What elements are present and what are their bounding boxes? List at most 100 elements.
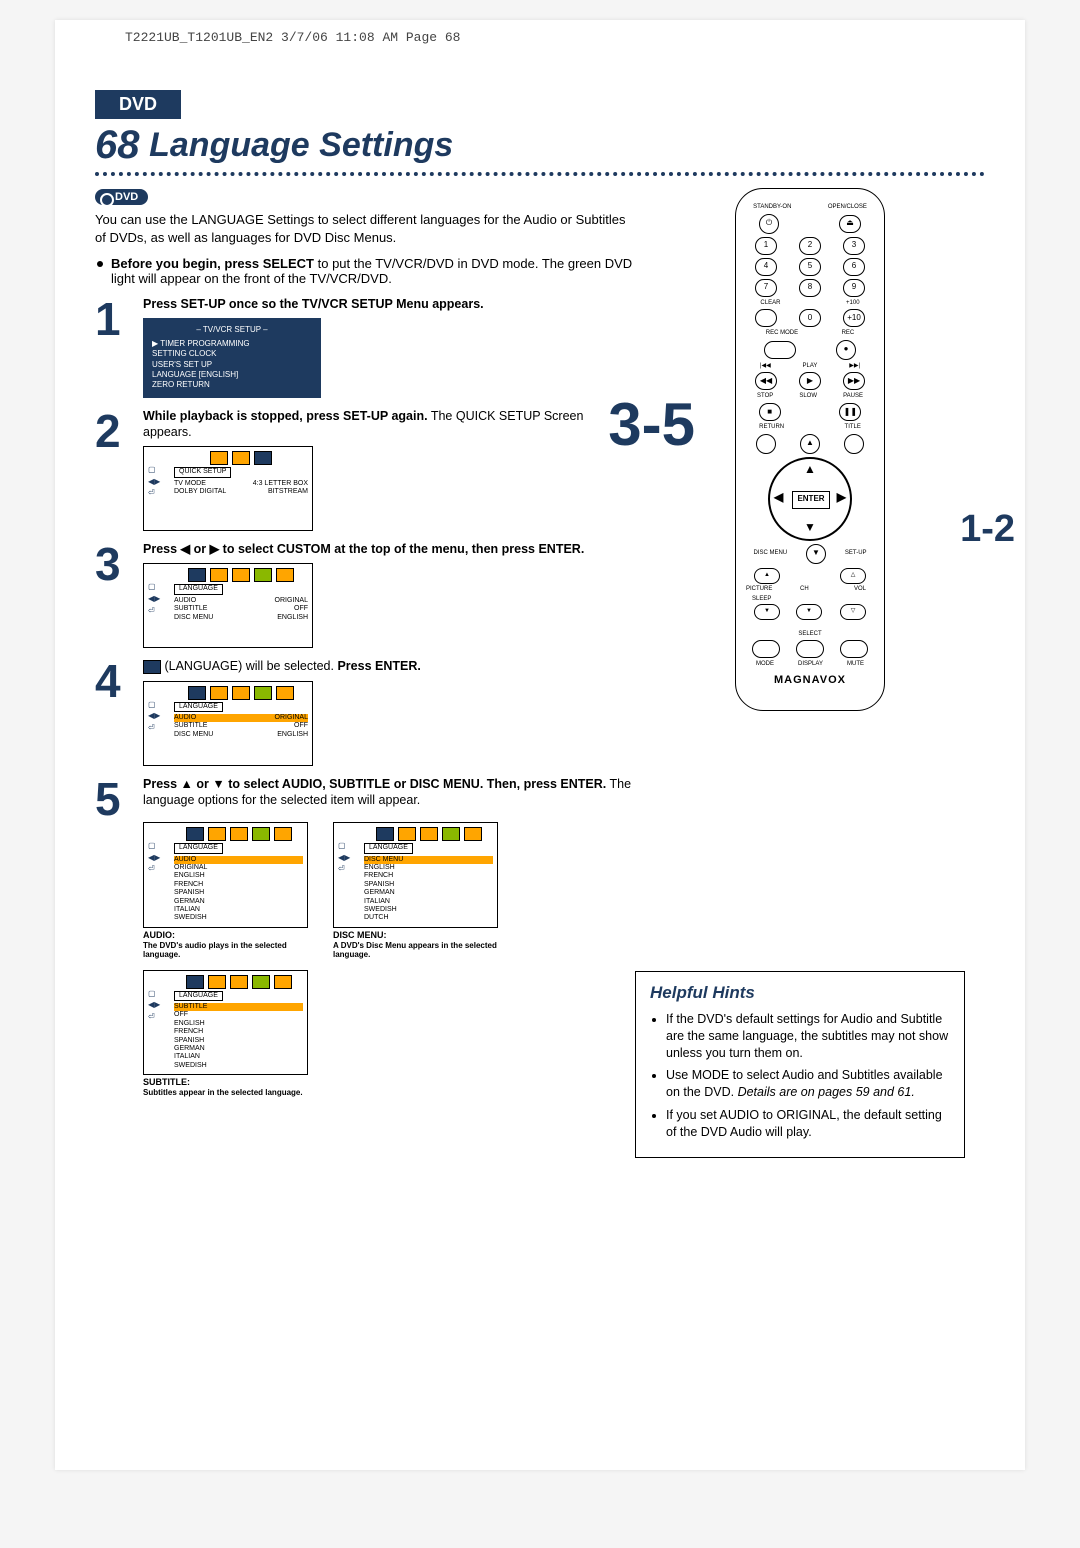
osd-item: ITALIAN [364, 898, 493, 906]
tv-item-zero: ZERO RETURN [152, 380, 312, 390]
nav-pad: ▲ ▼ ◀ ▶ ENTER [768, 457, 852, 541]
before-begin-text: Before you begin, press SELECT to put th… [111, 256, 635, 286]
page-title-row: 68 Language Settings [95, 123, 985, 168]
osd-tab-label: LANGUAGE [174, 702, 223, 712]
step-2-body: While playback is stopped, press SET-UP … [143, 408, 635, 532]
subtitle-caption: SUBTITLE: Subtitles appear in the select… [143, 1077, 313, 1097]
prev-button: ◀◀ [755, 372, 777, 390]
osd-tab-label: LANGUAGE [174, 584, 223, 594]
step-1-text: Press SET-UP once so the TV/VCR SETUP Me… [143, 297, 484, 311]
step-1-body: Press SET-UP once so the TV/VCR SETUP Me… [143, 296, 635, 398]
audio-caption: AUDIO: The DVD's audio plays in the sele… [143, 930, 313, 960]
osd-tab-label: LANGUAGE [364, 843, 413, 853]
select-button [752, 640, 780, 658]
hint-item: Use MODE to select Audio and Subtitles a… [666, 1067, 950, 1101]
osd-item: ENGLISH [174, 1020, 303, 1028]
osd-tab-icon-sel [376, 827, 394, 841]
osd-tab-icon [230, 975, 248, 989]
osd-tab-icon [232, 451, 250, 465]
num-button: 8 [799, 279, 821, 297]
osd-item: SPANISH [174, 889, 303, 897]
osd-item: ENGLISH [364, 864, 493, 872]
section-tag-dvd: DVD [95, 90, 181, 119]
disc-menu-label: DISC MENU [753, 550, 787, 557]
osd-arrow-icon: ◀▶ [148, 853, 160, 863]
osd-row-value: OFF [294, 605, 308, 613]
recmode-label: REC MODE [766, 330, 798, 337]
caption-title: SUBTITLE: [143, 1077, 190, 1087]
display-button [796, 640, 824, 658]
osd-arrow-icon: ◀▶ [148, 1000, 160, 1010]
stop-button: ■ [759, 403, 781, 421]
osd-enter-icon: ⏎ [148, 864, 160, 874]
before-begin-bullet: Before you begin, press SELECT to put th… [95, 256, 635, 286]
osd-tab-icon [254, 686, 272, 700]
osd-tab-icon [210, 686, 228, 700]
return-label: RETURN [759, 424, 784, 431]
osd-item: SWEDISH [174, 914, 303, 922]
down-post-button: ▼ [806, 544, 826, 564]
eject-icon: ⏏ [839, 215, 861, 233]
openclose-label: OPEN/CLOSE [828, 204, 867, 211]
power-icon: ⏻ [759, 214, 779, 234]
osd-enter-icon: ⏎ [148, 606, 160, 616]
return-button [756, 434, 776, 454]
picture-label: PICTURE [746, 586, 772, 593]
sleep-label: SLEEP [752, 596, 771, 603]
hint-item: If you set AUDIO to ORIGINAL, the defaul… [666, 1107, 950, 1141]
mute-button [840, 640, 868, 658]
disc-menu-osd: ▢◀▶⏎ LANGUAGE DISC MENU ENGLISH FRENCH S… [333, 822, 498, 928]
right-column: STANDBY-ONOPEN/CLOSE ⏻⏏ 123 456 789 CLEA… [635, 188, 985, 1158]
osd-row-label: AUDIO [174, 597, 196, 605]
num-button: 2 [799, 237, 821, 255]
document-page: T2221UB_T1201UB_EN2 3/7/06 11:08 AM Page… [55, 20, 1025, 1470]
step-4-text-b: Press ENTER. [337, 659, 420, 673]
step-4-text-a: (LANGUAGE) will be selected. [164, 659, 337, 673]
num-button: 0 [799, 309, 821, 327]
up-pre-button: ▲ [800, 434, 820, 454]
osd-arrow-icon: ◀▶ [148, 477, 160, 487]
osd-tab-icon [252, 975, 270, 989]
vol-label: VOL [854, 586, 866, 593]
osd-nav-icon: ▢ [148, 700, 160, 710]
pause-label: PAUSE [843, 393, 863, 400]
osd-item: ENGLISH [174, 872, 303, 880]
osd-item: GERMAN [364, 889, 493, 897]
osd-nav-icon: ▢ [148, 582, 160, 592]
osd-row-label: AUDIO [174, 714, 196, 722]
osd-enter-icon: ⏎ [148, 1012, 160, 1022]
clear-label: CLEAR [760, 300, 780, 307]
enter-button: ENTER [792, 491, 830, 509]
num-button: 5 [799, 258, 821, 276]
caption-title: AUDIO: [143, 930, 175, 940]
quick-setup-osd: ▢ ◀▶ ⏎ QUICK SETUP TV MODE4:3 LETTER [143, 446, 313, 531]
rec-label: REC [842, 330, 855, 337]
osd-item: FRENCH [364, 872, 493, 880]
osd-row-label: DOLBY DIGITAL [174, 488, 226, 496]
step-3-text: Press ◀ or ▶ to select CUSTOM at the top… [143, 542, 584, 556]
step-1: 1 Press SET-UP once so the TV/VCR SETUP … [95, 296, 635, 398]
left-column: DVD You can use the LANGUAGE Settings to… [95, 188, 635, 1098]
osd-item: ITALIAN [174, 1053, 303, 1061]
plus100-label: +100 [846, 300, 860, 307]
next-button: ▶▶ [843, 372, 865, 390]
osd-arrow-icon: ◀▶ [338, 853, 350, 863]
osd-item: GERMAN [174, 1045, 303, 1053]
osd-item: SWEDISH [174, 1062, 303, 1070]
ch-label: CH [800, 586, 809, 593]
rec-button: ● [836, 340, 856, 360]
disc-osd-block: ▢◀▶⏎ LANGUAGE DISC MENU ENGLISH FRENCH S… [333, 816, 503, 960]
osd-tab-icon [464, 827, 482, 841]
step-2-bold: While playback is stopped, press SET-UP … [143, 409, 428, 423]
osd-row-label: DISC MENU [174, 731, 213, 739]
before-begin-bold: Before you begin, press SELECT [111, 256, 314, 271]
osd-row-value: BITSTREAM [268, 488, 308, 496]
osd-tab-icon [274, 975, 292, 989]
play-button: ▶ [799, 372, 821, 390]
osd-row-value: 4:3 LETTER BOX [253, 480, 308, 488]
slow-label: SLOW [799, 393, 817, 400]
osd-arrow-icon: ◀▶ [148, 594, 160, 604]
audio-osd-block: ▢◀▶⏎ LANGUAGE AUDIO ORIGINAL ENGLISH FRE… [143, 816, 313, 960]
plus10-button: +10 [843, 309, 865, 327]
osd-item: FRENCH [174, 881, 303, 889]
